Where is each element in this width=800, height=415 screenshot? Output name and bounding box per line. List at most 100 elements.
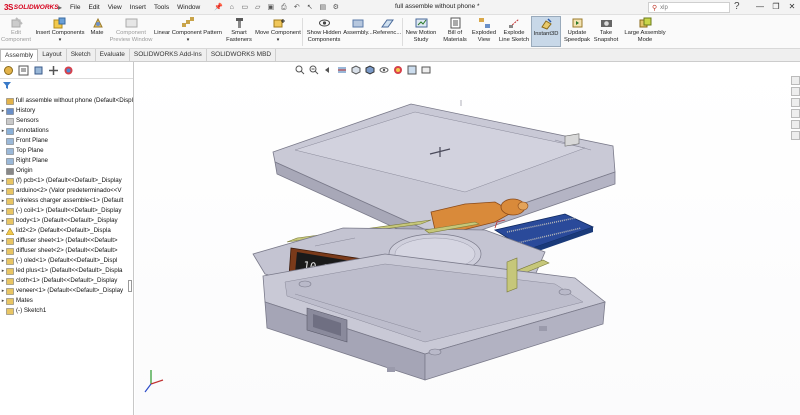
configuration-manager-icon[interactable] [33,65,44,76]
ds-logo-mark: 3S [4,2,13,12]
component-icon [6,207,14,215]
search-input[interactable]: ⚲ xlp [648,2,730,13]
tree-item[interactable]: full assemble without phone (Default<Dis… [0,96,133,106]
explode-line-sketch-button[interactable]: Explode Line Sketch [498,16,530,44]
minimize-button[interactable]: — [752,0,768,14]
component-icon [6,187,14,195]
component-icon [6,277,14,285]
new-motion-study-button[interactable]: New Motion Study [404,16,438,44]
menu-window[interactable]: Window [177,4,200,11]
tree-item[interactable]: ▸ (-) oled<1> (Default<<Default>_Displ [0,256,133,266]
menu-insert[interactable]: Insert [130,4,146,11]
menu-expand-icon[interactable]: ▸ [58,3,66,12]
assembly-features-button[interactable]: Assembly... [343,16,373,37]
insert-components-button[interactable]: Insert Components ▾ [34,16,86,44]
tree-item-label: Top Plane [16,147,44,154]
move-component-button[interactable]: Move Component ▾ [253,16,303,44]
tree-item[interactable]: Right Plane [0,156,133,166]
component-icon [6,117,14,125]
component-preview-button[interactable]: Component Preview Window [108,16,154,44]
tree-item[interactable]: ▸ diffuser sheet<1> (Default<<Default> [0,236,133,246]
document-title: full assemble without phone * [395,3,480,10]
options-icon[interactable]: ⚙ [331,3,340,12]
maximize-button[interactable]: ❐ [768,0,784,14]
tree-filter[interactable] [0,79,133,90]
select-icon[interactable]: ↖ [305,3,314,12]
tree-item[interactable]: ▸ (f) pcb<1> (Default<<Default>_Display [0,176,133,186]
component-icon [6,127,14,135]
menu-tools[interactable]: Tools [154,4,169,11]
tree-item[interactable]: ▸ wireless charger assemble<1> (Default [0,196,133,206]
tab-layout[interactable]: Layout [38,49,67,61]
bill-of-materials-button[interactable]: Bill of Materials [440,16,470,44]
mate-icon [90,16,104,29]
new-document-icon[interactable]: ▭ [240,3,249,12]
print-icon[interactable]: ⎙ [279,3,288,12]
tree-item-label: Annotations [16,127,49,134]
large-assembly-icon [638,16,652,29]
smart-fasteners-button[interactable]: Smart Fasteners [222,16,256,44]
instant3d-button[interactable]: Instant3D [531,16,561,47]
edit-component-button[interactable]: Edit Component [1,16,31,44]
update-speedpak-button[interactable]: Update Speedpak [563,16,591,44]
tree-item[interactable]: ▸ arduino<2> (Valor predeterminado<<V [0,186,133,196]
component-icon [6,97,14,105]
tree-item[interactable]: ▸ led plus<1> (Default<<Default>_Displa [0,266,133,276]
tree-item[interactable]: ▸ diffuser sheet<2> (Default<<Default> [0,246,133,256]
display-manager-icon[interactable] [63,65,74,76]
tree-item[interactable]: ▸ (-) coil<1> (Default<<Default>_Display [0,206,133,216]
insert-components-icon [53,16,67,29]
show-hidden-components-button[interactable]: Show Hidden Components [304,16,344,44]
instant3d-icon [539,17,553,30]
exploded-assembly-model[interactable]: 10:15 AM [135,62,800,415]
tree-item[interactable]: ▸ veneer<1> (Default<<Default>_Display [0,286,133,296]
tree-item-label: Front Plane [16,137,48,144]
open-icon[interactable]: ▱ [253,3,262,12]
menu-edit[interactable]: Edit [88,4,99,11]
large-assembly-mode-button[interactable]: Large Assembly Mode [620,16,670,44]
tab-sketch[interactable]: Sketch [67,49,96,61]
feature-manager-icon[interactable] [3,65,14,76]
rebuild-icon[interactable]: ▤ [318,3,327,12]
tab-addins[interactable]: SOLIDWORKS Add-Ins [130,49,207,61]
body-case[interactable] [262,253,606,381]
solidworks-logo[interactable]: 3S SOLIDWORKS [0,2,59,12]
mate-button[interactable]: Mate [87,16,107,37]
tree-item[interactable]: ▸ cloth<1> (Default<<Default>_Display [0,276,133,286]
tree-item[interactable]: Origin [0,166,133,176]
help-icon[interactable]: ? [734,1,740,12]
tree-item[interactable]: ▸ Mates [0,296,133,306]
pane-splitter-handle[interactable] [128,280,132,292]
tree-item[interactable]: Front Plane [0,136,133,146]
pin-icon[interactable]: 📌 [214,3,223,12]
command-manager: Edit Component Insert Components ▾ Mate … [0,15,800,49]
dimxpert-manager-icon[interactable] [48,65,59,76]
tree-item[interactable]: ▸ Annotations [0,126,133,136]
graphics-area[interactable]: 10:15 AM [135,62,800,415]
home-icon[interactable]: ⌂ [227,3,236,12]
tree-item[interactable]: (-) Sketch1 [0,306,133,316]
tree-item[interactable]: Top Plane [0,146,133,156]
tab-assembly[interactable]: Assembly [0,49,39,61]
close-button[interactable]: ✕ [784,0,800,14]
reference-geometry-button[interactable]: Referenc... [372,16,402,37]
menu-view[interactable]: View [108,4,122,11]
property-manager-icon[interactable] [18,65,29,76]
tree-item[interactable]: ▸ History [0,106,133,116]
tree-item[interactable]: ▸ body<1> (Default<<Default>_Display [0,216,133,226]
linear-pattern-button[interactable]: Linear Component Pattern ▾ [152,16,224,44]
save-icon[interactable]: ▣ [266,3,275,12]
tree-item[interactable]: ▸ lid2<2> (Default<<Default>_Displa [0,226,133,236]
menu-file[interactable]: File [70,4,80,11]
undo-icon[interactable]: ↶ [292,3,301,12]
tab-evaluate[interactable]: Evaluate [96,49,130,61]
take-snapshot-button[interactable]: Take Snapshot [592,16,620,44]
exploded-view-button[interactable]: Exploded View [470,16,498,44]
feature-tree: full assemble without phone (Default<Dis… [0,96,133,316]
component-icon [6,157,14,165]
tree-item[interactable]: Sensors [0,116,133,126]
move-component-icon [271,16,285,29]
tab-mbd[interactable]: SOLIDWORKS MBD [207,49,277,61]
coordinate-triad [144,370,164,393]
component-icon [6,197,14,205]
